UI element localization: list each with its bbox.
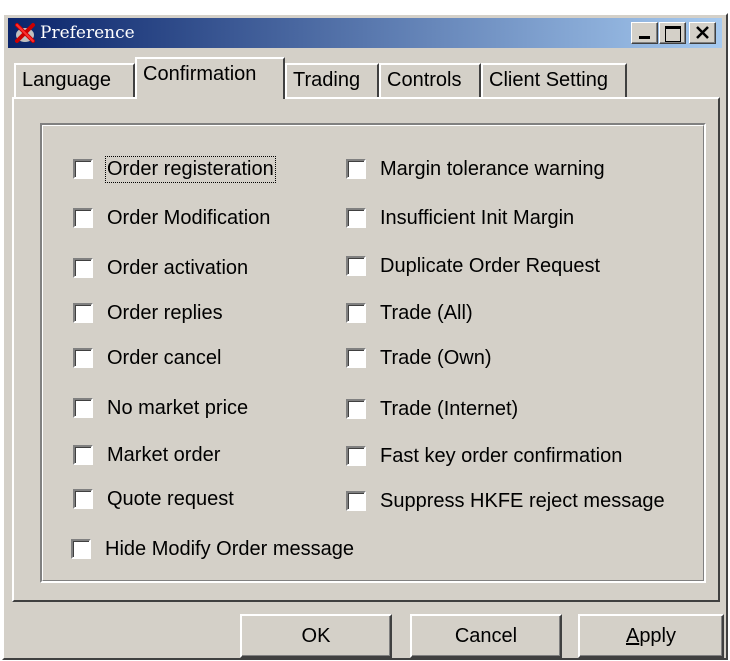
option-insufficient-init-margin[interactable]: Insufficient Init Margin (346, 205, 574, 231)
checkbox[interactable] (346, 491, 366, 511)
option-label: Trade (All) (380, 301, 473, 324)
tab-label: Controls (387, 69, 462, 91)
tab-label: Confirmation (143, 63, 257, 85)
cancel-button[interactable]: Cancel (410, 614, 562, 658)
checkbox[interactable] (73, 489, 93, 509)
tab-label: Trading (293, 69, 361, 91)
option-fast-key-order-confirmation[interactable]: Fast key order confirmation (346, 443, 622, 469)
maximize-button[interactable] (659, 22, 686, 44)
tab-trading[interactable]: Trading (285, 63, 379, 97)
tab-label: Language (22, 69, 111, 91)
ok-label: OK (301, 625, 331, 647)
option-label: Quote request (107, 487, 234, 510)
option-order-modification[interactable]: Order Modification (73, 205, 270, 231)
checkbox[interactable] (346, 446, 366, 466)
maximize-icon (665, 26, 681, 42)
checkbox[interactable] (346, 159, 366, 179)
option-label: Fast key order confirmation (380, 444, 623, 467)
cancel-label: Cancel (454, 625, 518, 647)
option-hide-modify-order-message[interactable]: Hide Modify Order message (71, 536, 354, 562)
option-no-market-price[interactable]: No market price (73, 395, 248, 421)
option-label: Order registeration (105, 155, 276, 183)
x-logo-icon[interactable] (14, 22, 36, 44)
option-trade-all[interactable]: Trade (All) (346, 300, 473, 326)
confirmation-panel: Order registeration Order Modification O… (12, 97, 720, 602)
option-margin-tolerance-warning[interactable]: Margin tolerance warning (346, 156, 605, 182)
checkbox[interactable] (71, 539, 91, 559)
option-label: Order cancel (107, 346, 222, 369)
checkbox[interactable] (73, 445, 93, 465)
preference-dialog: Preference Language Confirmation Trading… (2, 13, 728, 660)
options-group-inner: Order registeration Order Modification O… (42, 125, 704, 581)
tab-confirmation[interactable]: Confirmation (135, 57, 285, 99)
option-label: Margin tolerance warning (380, 157, 605, 180)
title-bar[interactable]: Preference (8, 18, 722, 48)
option-trade-internet[interactable]: Trade (Internet) (346, 396, 518, 422)
tab-client-setting[interactable]: Client Setting (481, 63, 627, 97)
option-label: Trade (Own) (380, 346, 492, 369)
option-label: No market price (107, 396, 249, 419)
option-label: Insufficient Init Margin (380, 206, 575, 229)
minimize-button[interactable] (631, 22, 658, 44)
apply-label: pply (639, 625, 677, 647)
options-group: Order registeration Order Modification O… (40, 123, 706, 583)
option-suppress-hkfe-reject-message[interactable]: Suppress HKFE reject message (346, 488, 665, 514)
option-label: Duplicate Order Request (380, 254, 601, 277)
option-label: Market order (107, 443, 221, 466)
option-order-replies[interactable]: Order replies (73, 300, 223, 326)
tab-controls[interactable]: Controls (379, 63, 481, 97)
option-label: Order Modification (107, 206, 271, 229)
checkbox[interactable] (73, 303, 93, 323)
tab-language[interactable]: Language (14, 63, 135, 97)
option-label: Trade (Internet) (380, 397, 519, 420)
checkbox[interactable] (73, 208, 93, 228)
option-trade-own[interactable]: Trade (Own) (346, 345, 492, 371)
checkbox[interactable] (346, 208, 366, 228)
option-quote-request[interactable]: Quote request (73, 486, 234, 512)
checkbox[interactable] (73, 159, 93, 179)
option-label: Suppress HKFE reject message (380, 489, 665, 512)
option-duplicate-order-request[interactable]: Duplicate Order Request (346, 253, 600, 279)
checkbox[interactable] (346, 303, 366, 323)
option-order-registeration[interactable]: Order registeration (73, 155, 276, 183)
option-order-cancel[interactable]: Order cancel (73, 345, 222, 371)
checkbox[interactable] (346, 256, 366, 276)
option-label: Order replies (107, 301, 223, 324)
option-market-order[interactable]: Market order (73, 442, 220, 468)
checkbox[interactable] (346, 399, 366, 419)
checkbox[interactable] (346, 348, 366, 368)
close-button[interactable] (689, 22, 716, 44)
tab-label: Client Setting (489, 69, 608, 91)
window-title: Preference (40, 23, 135, 43)
apply-button[interactable]: Apply (578, 614, 724, 658)
option-order-activation[interactable]: Order activation (73, 255, 248, 281)
ok-button[interactable]: OK (240, 614, 392, 658)
close-icon (696, 26, 709, 39)
option-label: Order activation (107, 256, 249, 279)
checkbox[interactable] (73, 398, 93, 418)
option-label: Hide Modify Order message (105, 537, 354, 560)
checkbox[interactable] (73, 258, 93, 278)
minimize-icon (639, 36, 650, 39)
apply-accelerator: A (625, 625, 640, 647)
checkbox[interactable] (73, 348, 93, 368)
